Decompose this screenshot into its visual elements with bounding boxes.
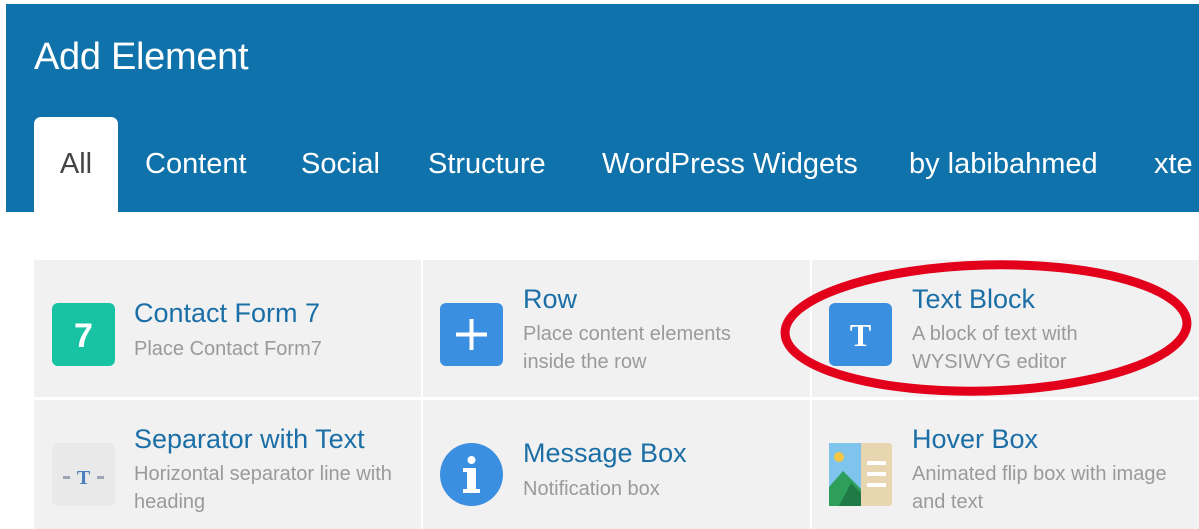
element-description: Place content elements inside the row — [523, 323, 731, 373]
tab-content[interactable]: Content — [145, 117, 247, 212]
element-description: Notification box — [523, 478, 660, 500]
dialog-title: Add Element — [34, 36, 249, 78]
element-row[interactable]: Row Place content elements inside the ro… — [423, 260, 810, 397]
element-grid: 7 Contact Form 7 Place Contact Form7 Row… — [34, 260, 1199, 529]
element-title: Message Box — [523, 438, 687, 468]
contact-form-7-icon: 7 — [52, 303, 115, 366]
element-description: Animated flip box with image and text — [912, 463, 1167, 513]
separator-text-icon: T — [52, 443, 115, 506]
svg-text:7: 7 — [74, 317, 93, 355]
text-block-icon: T — [829, 303, 892, 366]
element-separator-with-text[interactable]: T Separator with Text Horizontal separat… — [34, 400, 421, 529]
element-contact-form-7[interactable]: 7 Contact Form 7 Place Contact Form7 — [34, 260, 421, 397]
plus-icon — [440, 303, 503, 366]
element-text-block[interactable]: T Text Block A block of text with WYSIWY… — [812, 260, 1199, 397]
element-message-box[interactable]: Message Box Notification box — [423, 400, 810, 529]
svg-text:T: T — [850, 317, 871, 353]
element-description: Place Contact Form7 — [134, 338, 322, 360]
tab-social[interactable]: Social — [301, 117, 380, 212]
element-title: Text Block — [912, 284, 1036, 314]
element-title: Contact Form 7 — [134, 298, 321, 328]
tab-all[interactable]: All — [34, 117, 118, 212]
category-tabs: All Content Social Structure WordPress W… — [6, 117, 1199, 212]
info-icon — [440, 443, 503, 506]
element-description: A block of text with WYSIWYG editor — [912, 323, 1078, 373]
tab-wordpress-widgets[interactable]: WordPress Widgets — [602, 117, 858, 212]
tab-xtender[interactable]: xte — [1154, 117, 1193, 212]
element-title: Separator with Text — [134, 424, 365, 454]
element-title: Row — [523, 284, 578, 314]
add-element-dialog: Add Element All Content Social Structure… — [0, 0, 1199, 529]
element-title: Hover Box — [912, 424, 1039, 454]
tab-by-labibahmed[interactable]: by labibahmed — [909, 117, 1098, 212]
dialog-header: Add Element All Content Social Structure… — [6, 4, 1199, 212]
tab-structure[interactable]: Structure — [428, 117, 546, 212]
element-hover-box[interactable]: Hover Box Animated flip box with image a… — [812, 400, 1199, 529]
image-text-icon — [829, 443, 892, 506]
element-description: Horizontal separator line with heading — [134, 463, 392, 513]
svg-text:T: T — [77, 467, 91, 489]
